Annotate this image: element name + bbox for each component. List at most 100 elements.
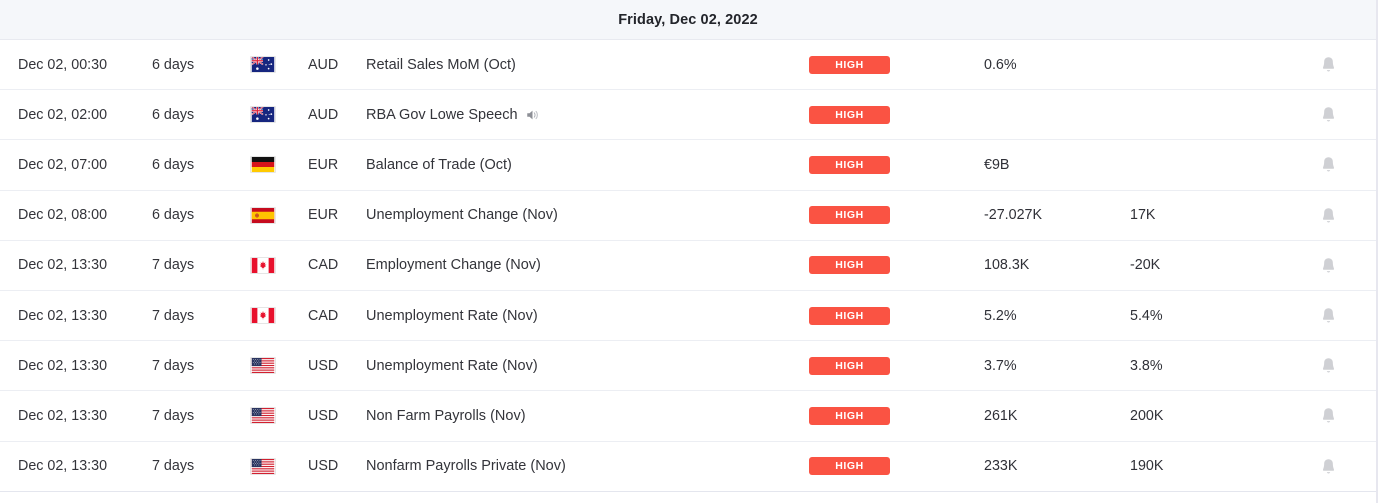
status-badge: HIGH	[809, 356, 890, 375]
event-countdown: 6 days	[152, 106, 195, 123]
table-row[interactable]: Dec 02, 13:30 7 days CAD Unemployment Ra…	[0, 290, 1376, 342]
impact-cell: HIGH	[809, 457, 984, 476]
impact-cell: HIGH	[809, 356, 984, 375]
alert-cell[interactable]	[1280, 155, 1376, 174]
bell-icon[interactable]	[1320, 55, 1337, 74]
event-name-cell[interactable]: RBA Gov Lowe Speech	[366, 107, 809, 123]
impact-cell: HIGH	[809, 256, 984, 275]
alert-cell[interactable]	[1280, 356, 1376, 375]
event-time: Dec 02, 13:30	[18, 407, 108, 424]
economic-calendar: Friday, Dec 02, 2022 Dec 02, 00:30 6 day…	[0, 0, 1378, 503]
event-time: Dec 02, 13:30	[18, 357, 108, 374]
flag-germany	[250, 156, 276, 174]
currency-code: USD	[308, 357, 339, 374]
currency-code: EUR	[308, 156, 339, 173]
event-name-cell[interactable]: Balance of Trade (Oct)	[366, 157, 809, 173]
bell-icon[interactable]	[1320, 306, 1337, 325]
impact-cell: HIGH	[809, 206, 984, 225]
alert-cell[interactable]	[1280, 406, 1376, 425]
table-row[interactable]: Dec 02, 00:30 6 days AUD Retail Sales Mo…	[0, 40, 1376, 91]
flag-australia	[250, 56, 276, 74]
status-badge: HIGH	[809, 457, 890, 476]
actual-value: 108.3K	[984, 257, 1030, 274]
event-name-label: Nonfarm Payrolls Private (Nov)	[366, 458, 566, 475]
alert-cell[interactable]	[1280, 55, 1376, 74]
impact-cell: HIGH	[809, 155, 984, 174]
status-badge: HIGH	[809, 256, 890, 275]
country-flag	[250, 407, 308, 425]
event-name-label: Balance of Trade (Oct)	[366, 156, 512, 173]
bell-icon[interactable]	[1320, 155, 1337, 174]
currency-code: AUD	[308, 106, 339, 123]
actual-value: 261K	[984, 407, 1018, 424]
country-flag	[250, 307, 308, 325]
country-flag	[250, 357, 308, 375]
flag-canada	[250, 256, 276, 274]
actual-value: 233K	[984, 458, 1018, 475]
event-time: Dec 02, 07:00	[18, 156, 108, 173]
country-flag	[250, 106, 308, 124]
country-flag	[250, 206, 308, 224]
bell-icon[interactable]	[1320, 406, 1337, 425]
table-row[interactable]: Dec 02, 07:00 6 days EUR Balance of Trad…	[0, 140, 1376, 191]
event-time: Dec 02, 08:00	[18, 207, 108, 224]
actual-value: 0.6%	[984, 56, 1017, 73]
flag-usa	[250, 407, 276, 425]
event-name-label: Unemployment Rate (Nov)	[366, 307, 538, 324]
events-list: Dec 02, 00:30 6 days AUD Retail Sales Mo…	[0, 40, 1376, 492]
impact-cell: HIGH	[809, 105, 984, 124]
forecast-value: 190K	[1130, 458, 1164, 475]
event-name-cell[interactable]: Unemployment Rate (Nov)	[366, 308, 809, 324]
event-countdown: 7 days	[152, 307, 195, 324]
alert-cell[interactable]	[1280, 206, 1376, 225]
bell-icon[interactable]	[1320, 206, 1337, 225]
forecast-value: 5.4%	[1130, 307, 1163, 324]
table-row[interactable]: Dec 02, 13:30 7 days CAD Employment Chan…	[0, 240, 1376, 291]
speaker-icon[interactable]	[525, 108, 540, 122]
currency-code: USD	[308, 407, 339, 424]
actual-value: 3.7%	[984, 357, 1017, 374]
status-badge: HIGH	[809, 306, 890, 325]
bell-icon[interactable]	[1320, 356, 1337, 375]
actual-value: €9B	[984, 156, 1010, 173]
alert-cell[interactable]	[1280, 105, 1376, 124]
event-name-cell[interactable]: Non Farm Payrolls (Nov)	[366, 408, 809, 424]
alert-cell[interactable]	[1280, 256, 1376, 275]
date-header-label: Friday, Dec 02, 2022	[618, 11, 758, 28]
country-flag	[250, 156, 308, 174]
table-row[interactable]: Dec 02, 13:30 7 days	[0, 441, 1376, 492]
country-flag	[250, 56, 308, 74]
alert-cell[interactable]	[1280, 457, 1376, 476]
flag-usa	[250, 457, 276, 475]
status-badge: HIGH	[809, 206, 890, 225]
table-row[interactable]: Dec 02, 02:00 6 days AUD RBA Gov Lowe Sp…	[0, 90, 1376, 141]
event-name-cell[interactable]: Retail Sales MoM (Oct)	[366, 57, 809, 73]
event-countdown: 6 days	[152, 156, 195, 173]
event-name-cell[interactable]: Employment Change (Nov)	[366, 257, 809, 273]
table-row[interactable]: Dec 02, 13:30 7 days	[0, 341, 1376, 392]
event-name-label: Non Farm Payrolls (Nov)	[366, 407, 526, 424]
bell-icon[interactable]	[1320, 457, 1337, 476]
impact-cell: HIGH	[809, 406, 984, 425]
event-countdown: 7 days	[152, 257, 195, 274]
date-header: Friday, Dec 02, 2022	[0, 0, 1376, 40]
bell-icon[interactable]	[1320, 256, 1337, 275]
flag-australia	[250, 106, 276, 124]
alert-cell[interactable]	[1280, 306, 1376, 325]
event-name-cell[interactable]: Unemployment Change (Nov)	[366, 207, 809, 223]
currency-code: CAD	[308, 307, 339, 324]
bell-icon[interactable]	[1320, 105, 1337, 124]
country-flag	[250, 457, 308, 475]
table-row[interactable]: Dec 02, 13:30 7 days	[0, 391, 1376, 442]
event-name-cell[interactable]: Nonfarm Payrolls Private (Nov)	[366, 458, 809, 474]
event-name-cell[interactable]: Unemployment Rate (Nov)	[366, 358, 809, 374]
actual-value: -27.027K	[984, 207, 1043, 224]
forecast-value: 3.8%	[1130, 357, 1163, 374]
currency-code: AUD	[308, 56, 339, 73]
event-time: Dec 02, 13:30	[18, 458, 108, 475]
forecast-value: -20K	[1130, 257, 1161, 274]
table-row[interactable]: Dec 02, 08:00 6 days EUR Unemployment Ch…	[0, 190, 1376, 241]
event-time: Dec 02, 13:30	[18, 257, 108, 274]
currency-code: USD	[308, 458, 339, 475]
event-countdown: 7 days	[152, 407, 195, 424]
